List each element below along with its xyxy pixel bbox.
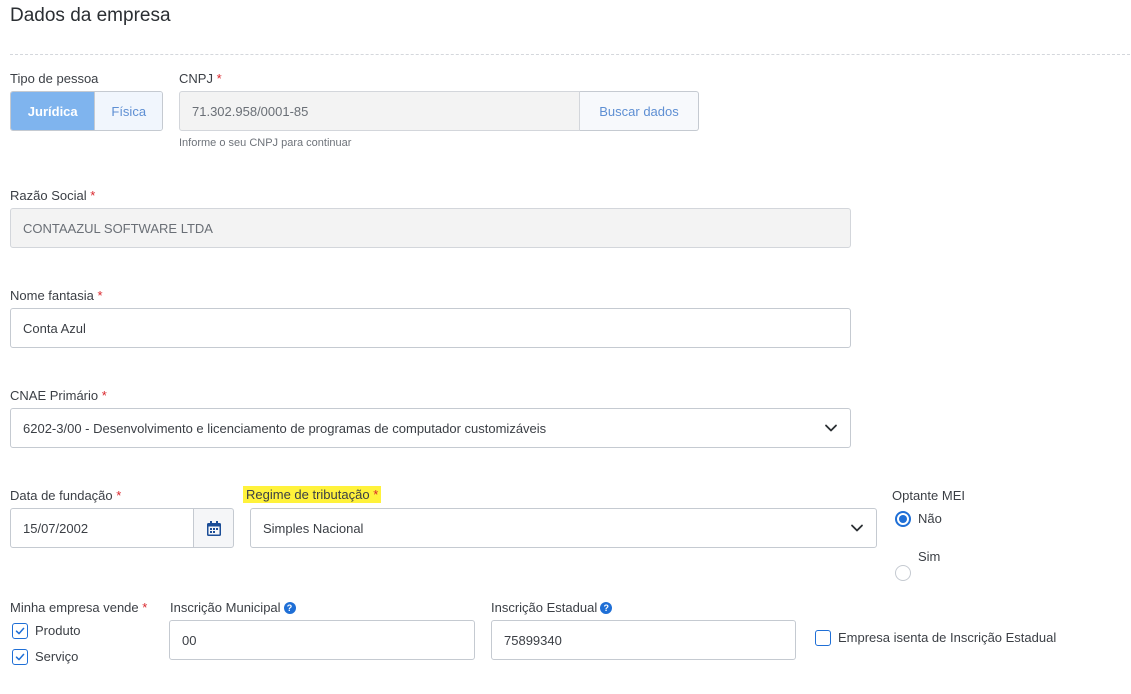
nome-fantasia-label: Nome fantasia *: [10, 288, 103, 303]
required-mark: *: [216, 71, 222, 86]
cnpj-label: CNPJ *: [179, 71, 222, 86]
vende-servico-label[interactable]: Serviço: [35, 649, 78, 664]
tipo-pessoa-toggle: Jurídica Física: [10, 91, 163, 131]
tipo-pessoa-label: Tipo de pessoa: [10, 71, 99, 86]
razao-social-input[interactable]: CONTAAZUL SOFTWARE LTDA: [10, 208, 851, 248]
inscricao-estadual-input[interactable]: 75899340: [491, 620, 796, 660]
vende-produto-checkbox[interactable]: [12, 623, 28, 639]
chevron-down-icon: [825, 424, 837, 432]
title-divider: [10, 54, 1130, 55]
checkmark-icon: [15, 627, 25, 635]
checkmark-icon: [15, 653, 25, 661]
vende-label: Minha empresa vende *: [10, 600, 148, 615]
inscricao-estadual-label: Inscrição Estadual?: [491, 600, 613, 615]
cnpj-hint: Informe o seu CNPJ para continuar: [179, 137, 352, 149]
data-fundacao-label: Data de fundação *: [10, 488, 122, 503]
chevron-down-icon: [851, 524, 863, 532]
inscricao-municipal-input[interactable]: 00: [169, 620, 475, 660]
calendar-button[interactable]: [193, 508, 234, 548]
vende-servico-checkbox[interactable]: [12, 649, 28, 665]
required-mark: *: [116, 488, 122, 503]
required-mark: *: [373, 487, 379, 502]
regime-label: Regime de tributação *: [243, 486, 382, 503]
mei-nao-label[interactable]: Não: [918, 511, 942, 526]
page-title: Dados da empresa: [10, 5, 171, 26]
required-mark: *: [142, 600, 148, 615]
isenta-label[interactable]: Empresa isenta de Inscrição Estadual: [838, 630, 1056, 645]
help-icon[interactable]: ?: [283, 601, 296, 614]
nome-fantasia-input[interactable]: Conta Azul: [10, 308, 851, 348]
vende-produto-label[interactable]: Produto: [35, 623, 81, 638]
tipo-pessoa-fisica-button[interactable]: Física: [94, 92, 162, 130]
required-mark: *: [97, 288, 103, 303]
required-mark: *: [101, 388, 107, 403]
razao-social-label: Razão Social *: [10, 188, 96, 203]
regime-label-highlight: Regime de tributação *: [243, 486, 382, 503]
required-mark: *: [90, 188, 96, 203]
inscricao-municipal-label: Inscrição Municipal?: [170, 600, 296, 615]
optante-mei-label: Optante MEI: [892, 488, 965, 503]
regime-select[interactable]: Simples Nacional: [250, 508, 877, 548]
cnpj-input[interactable]: 71.302.958/0001-85: [179, 91, 580, 131]
cnae-select[interactable]: 6202-3/00 - Desenvolvimento e licenciame…: [10, 408, 851, 448]
buscar-dados-button[interactable]: Buscar dados: [580, 91, 699, 131]
help-icon[interactable]: ?: [600, 601, 613, 614]
cnae-label: CNAE Primário *: [10, 388, 107, 403]
isenta-checkbox[interactable]: [815, 630, 831, 646]
data-fundacao-input[interactable]: 15/07/2002: [10, 508, 194, 548]
tipo-pessoa-juridica-button[interactable]: Jurídica: [11, 92, 95, 130]
calendar-icon: [206, 520, 221, 536]
mei-nao-radio[interactable]: [895, 511, 911, 527]
mei-sim-label[interactable]: Sim: [918, 549, 940, 564]
mei-sim-radio[interactable]: [895, 565, 911, 581]
